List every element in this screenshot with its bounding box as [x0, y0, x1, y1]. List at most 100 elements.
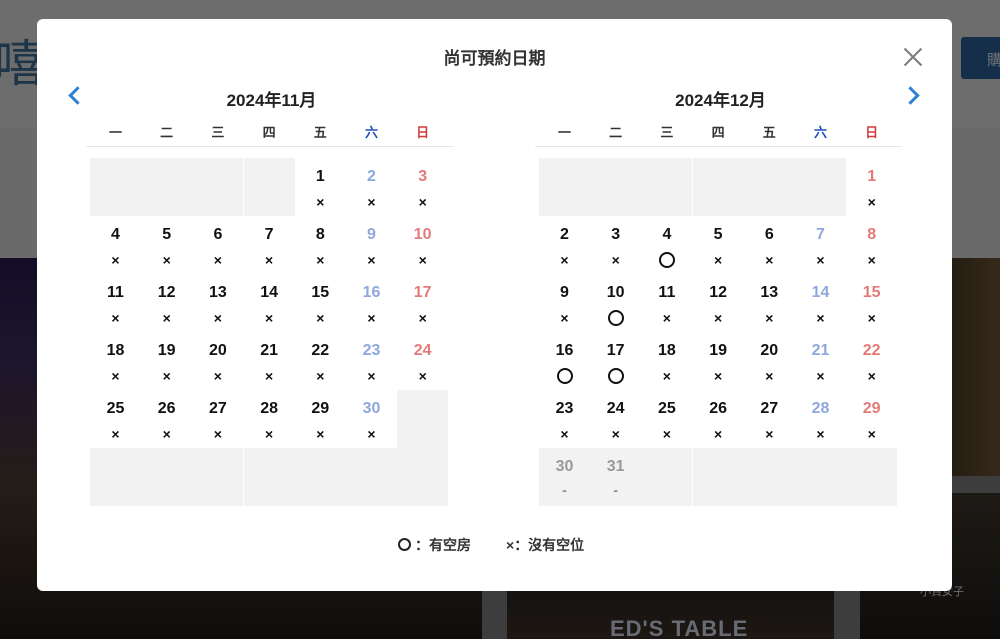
day-cell: 22 ×: [295, 332, 346, 390]
day-cell: 23 ×: [346, 332, 397, 390]
day-cell: 21 ×: [244, 332, 295, 390]
full-cross-icon: ×: [213, 310, 222, 326]
day-cell: 3 ×: [590, 216, 641, 274]
full-cross-icon: ×: [867, 310, 876, 326]
day-number: 27: [760, 400, 779, 417]
full-cross-icon: ×: [367, 194, 376, 210]
full-cross-icon: ×: [560, 252, 569, 268]
day-cell: 11 ×: [90, 274, 141, 332]
day-cell: 5 ×: [141, 216, 192, 274]
legend-available-label: ：有空房: [415, 537, 471, 553]
weekday-label: 四: [262, 125, 276, 140]
day-cell: 1 ×: [846, 158, 897, 216]
day-cell: 12 ×: [141, 274, 192, 332]
available-circle-icon: [398, 538, 411, 551]
full-cross-icon: ×: [662, 368, 671, 384]
day-number: 22: [862, 342, 881, 359]
day-number: 20: [760, 342, 779, 359]
full-cross-icon: ×: [714, 252, 723, 268]
day-number: 8: [867, 226, 877, 243]
full-cross-icon: ×: [611, 252, 620, 268]
day-cell: 2 ×: [346, 158, 397, 216]
weekday-label: 日: [416, 125, 430, 140]
day-cell: 15 ×: [295, 274, 346, 332]
day-number: 28: [260, 400, 278, 417]
day-cell: 23 ×: [539, 390, 590, 448]
day-number: 9: [367, 226, 376, 243]
full-cross-icon: ×: [765, 310, 774, 326]
day-number: 27: [208, 400, 227, 417]
day-cell[interactable]: 4: [641, 216, 692, 274]
chevron-left-icon[interactable]: [65, 85, 85, 105]
day-cell: 11 ×: [641, 274, 692, 332]
day-cell: 27 ×: [192, 390, 243, 448]
full-cross-icon: ×: [560, 310, 569, 326]
day-number: 23: [555, 400, 574, 417]
day-number: 16: [555, 342, 574, 359]
day-number: 23: [362, 342, 381, 359]
day-number: 9: [560, 284, 569, 301]
empty-day-cell: [141, 158, 193, 216]
full-cross-icon: ×: [316, 310, 325, 326]
day-cell[interactable]: 17: [590, 332, 641, 390]
empty-day-cell: [743, 158, 795, 216]
day-number: 28: [811, 400, 830, 417]
full-cross-icon: ×: [418, 368, 427, 384]
legend-full: ×：沒有空位: [506, 535, 584, 555]
chevron-right-icon[interactable]: [903, 85, 923, 105]
full-cross-icon: ×: [213, 426, 222, 442]
weekday-label: 三: [660, 125, 674, 140]
day-cell: 5 ×: [693, 216, 744, 274]
day-cell: 16 ×: [346, 274, 397, 332]
day-cell: 19 ×: [141, 332, 192, 390]
day-number: 18: [657, 342, 676, 359]
day-cell: 30 ×: [346, 390, 397, 448]
day-number: 14: [811, 284, 830, 301]
day-cell[interactable]: 10: [590, 274, 641, 332]
full-cross-icon: ×: [111, 368, 120, 384]
day-number: 8: [315, 226, 325, 243]
full-cross-icon: ×: [714, 368, 723, 384]
full-cross-icon: ×: [316, 194, 325, 210]
close-icon[interactable]: [901, 45, 925, 69]
empty-day-cell: [590, 158, 642, 216]
day-number: 20: [208, 342, 227, 359]
full-cross-icon: ×: [367, 368, 376, 384]
full-cross-icon: ×: [367, 310, 376, 326]
day-cell: 6 ×: [744, 216, 795, 274]
day-number: 6: [213, 226, 223, 243]
day-number: 11: [107, 284, 124, 301]
day-number: 24: [413, 342, 432, 359]
empty-day-cell: [795, 448, 846, 506]
day-cell: 28 ×: [795, 390, 846, 448]
day-cell: 15 ×: [846, 274, 897, 332]
day-number: 10: [413, 226, 432, 243]
weekday-label: 一: [108, 125, 122, 140]
day-cell: 20 ×: [192, 332, 243, 390]
day-number: 1: [315, 168, 325, 185]
day-number: 25: [657, 400, 676, 417]
day-cell: 31 -: [590, 448, 642, 506]
empty-day-cell: [692, 448, 744, 506]
weekday-label: 四: [711, 125, 725, 140]
empty-day-cell: [243, 448, 295, 506]
day-number: 30: [555, 458, 574, 475]
full-cross-icon: ×: [367, 252, 376, 268]
month-title: 2024年11月: [226, 91, 317, 110]
day-cell: 30 -: [539, 448, 590, 506]
weekday-label: 一: [557, 125, 571, 140]
day-cell: 25 ×: [641, 390, 692, 448]
day-number: 15: [862, 284, 881, 301]
day-number: 30: [362, 400, 381, 417]
empty-day-cell: [346, 448, 397, 506]
day-cell[interactable]: 16: [539, 332, 590, 390]
day-cell: 14 ×: [244, 274, 295, 332]
legend-full-label: ：沒有空位: [514, 537, 585, 553]
full-cross-icon: ×: [506, 537, 515, 553]
day-cell: 3 ×: [397, 158, 448, 216]
day-number: 13: [208, 284, 227, 301]
weekday-label: 六: [364, 125, 378, 140]
day-number: 17: [413, 284, 432, 301]
full-cross-icon: ×: [265, 310, 274, 326]
empty-day-cell: [846, 448, 898, 506]
